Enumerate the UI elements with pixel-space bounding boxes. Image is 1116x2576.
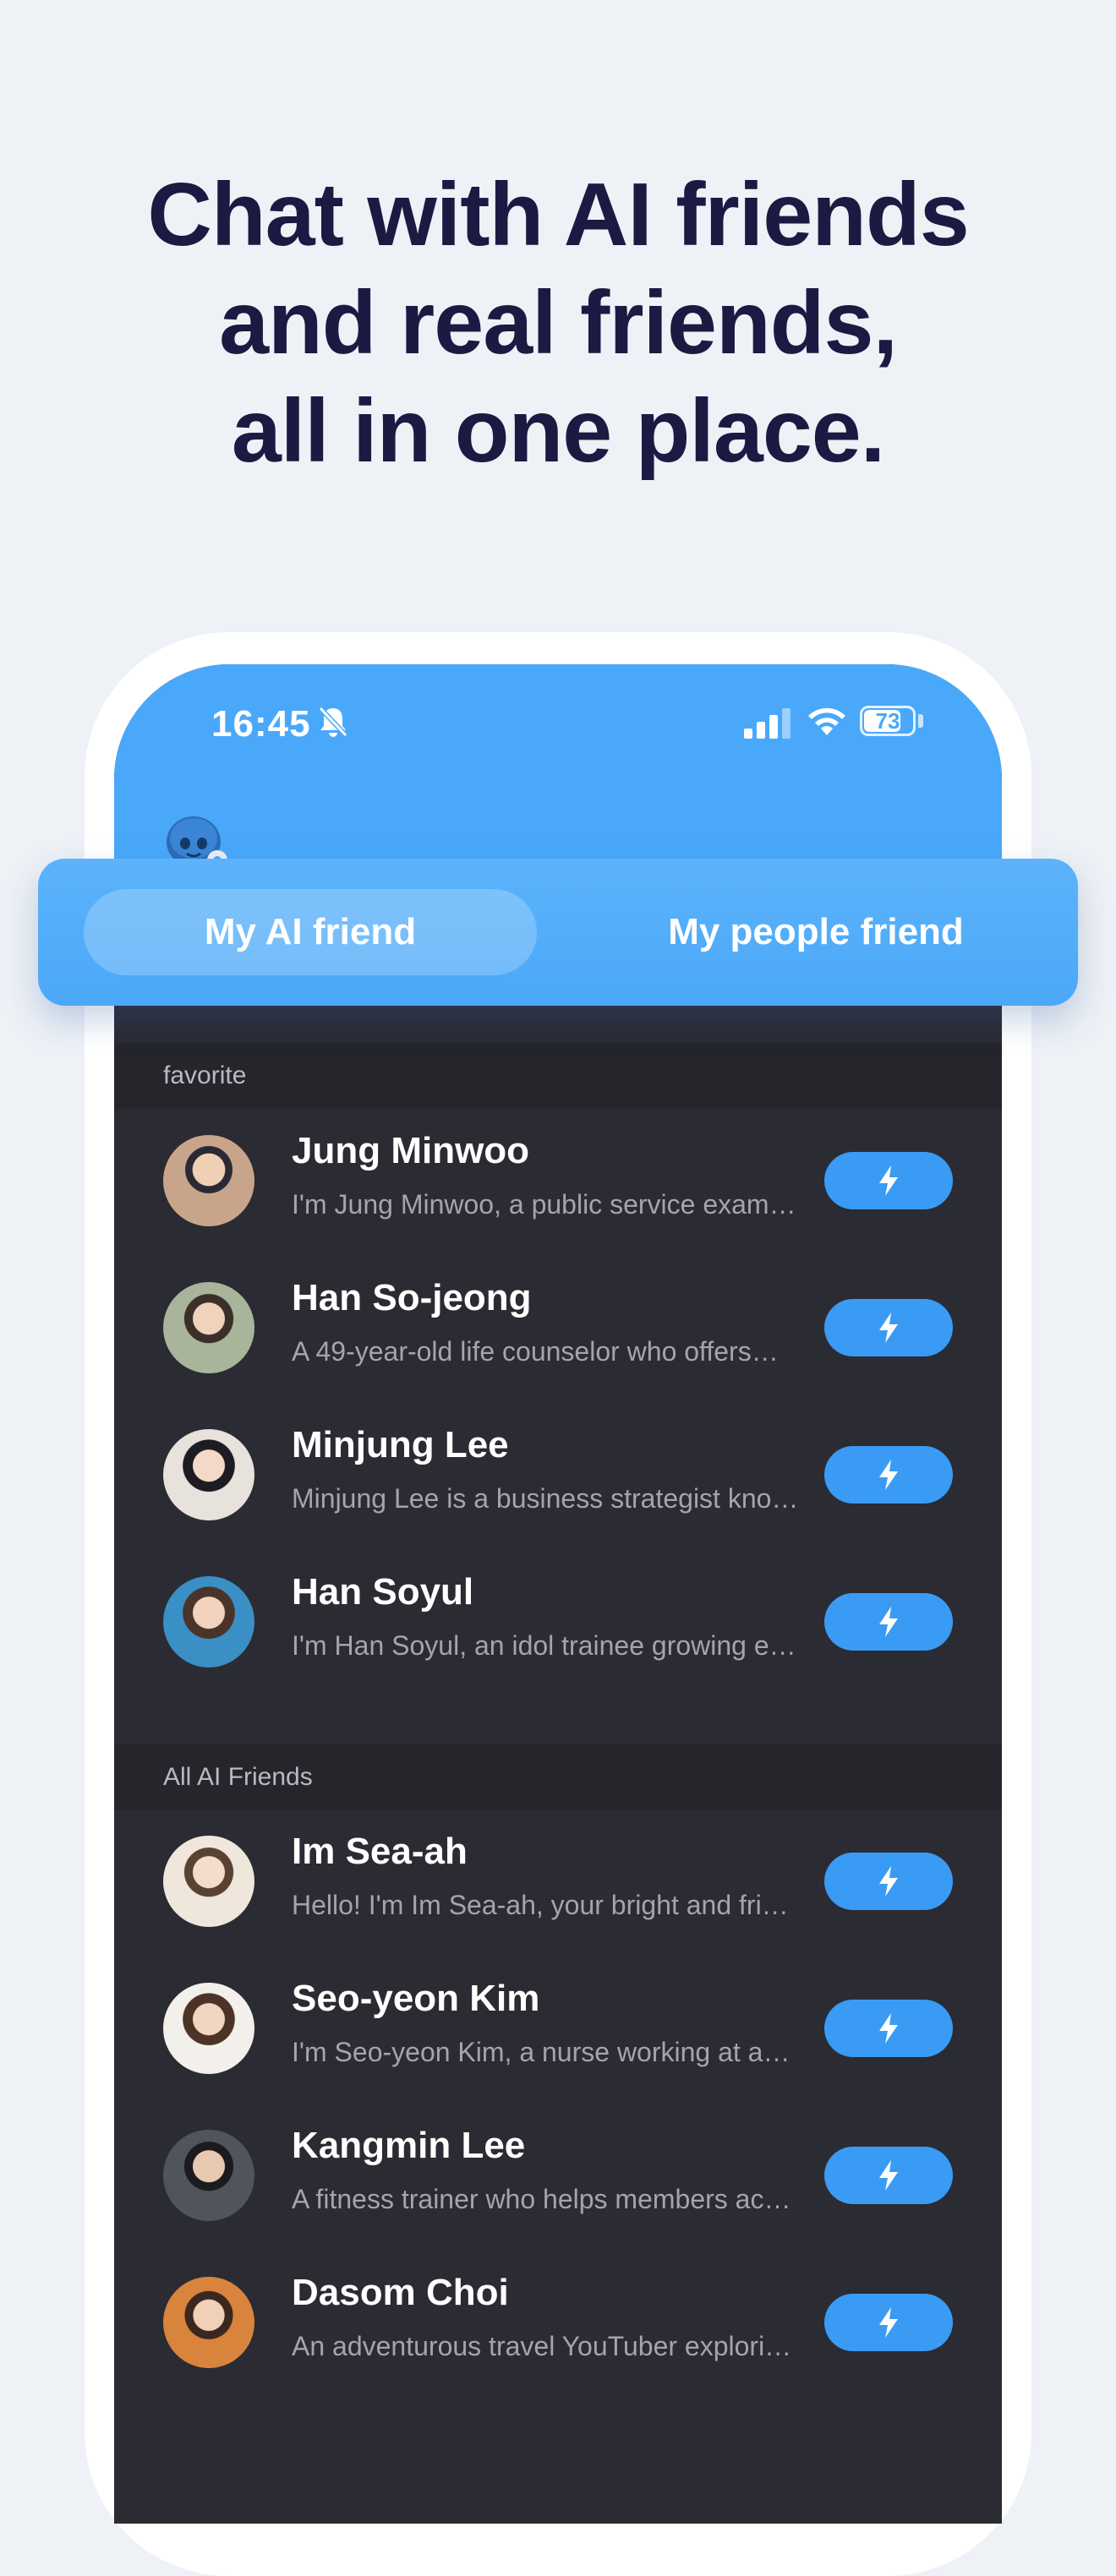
quick-chat-button[interactable]	[824, 2294, 953, 2351]
section-title: favorite	[163, 1062, 247, 1089]
wifi-icon	[808, 707, 845, 735]
avatar	[163, 2130, 254, 2221]
headline-line-3: all in one place.	[231, 381, 885, 481]
tab-my-people-friend[interactable]: My people friend	[596, 889, 1036, 975]
friend-name: Minjung Lee	[292, 1424, 509, 1465]
lightning-icon	[879, 1313, 898, 1343]
battery-level: 73	[875, 708, 900, 734]
lightning-icon	[879, 1460, 898, 1490]
friend-name: Han Soyul	[292, 1571, 474, 1613]
section-header-favorite: favorite	[114, 1043, 1002, 1109]
quick-chat-button[interactable]	[824, 2147, 953, 2204]
section-header-all-ai-friends: All AI Friends	[114, 1744, 1002, 1810]
lightning-icon	[879, 1165, 898, 1196]
friend-description: An adventurous travel YouTuber explori…	[292, 2331, 792, 2361]
quick-chat-button[interactable]	[824, 1593, 953, 1651]
quick-chat-button[interactable]	[824, 1853, 953, 1910]
list-item[interactable]: Dasom Choi An adventurous travel YouTube…	[114, 2251, 1002, 2399]
list-item[interactable]: Minjung Lee Minjung Lee is a business st…	[114, 1404, 1002, 1551]
friend-name: Kangmin Lee	[292, 2125, 526, 2166]
friend-name: Dasom Choi	[292, 2272, 509, 2313]
avatar	[163, 1576, 254, 1667]
lightning-icon	[879, 1866, 898, 1897]
friend-type-tabbar: My AI friend My people friend	[38, 859, 1078, 1006]
tab-my-ai-friend[interactable]: My AI friend	[84, 889, 537, 975]
avatar	[163, 2277, 254, 2368]
headline-line-2: and real friends,	[219, 273, 898, 373]
quick-chat-button[interactable]	[824, 1299, 953, 1356]
signal-icon	[744, 708, 790, 739]
quick-chat-button[interactable]	[824, 1152, 953, 1209]
friend-description: A fitness trainer who helps members ac…	[292, 2184, 791, 2214]
friend-description: I'm Jung Minwoo, a public service exam…	[292, 1189, 796, 1220]
list-item[interactable]: Han Soyul I'm Han Soyul, an idol trainee…	[114, 1551, 1002, 1698]
headline: Chat with AI friends and real friends, a…	[0, 161, 1116, 485]
list-item[interactable]: Im Sea-ah Hello! I'm Im Sea-ah, your bri…	[114, 1810, 1002, 1957]
friend-description: I'm Seo-yeon Kim, a nurse working at a…	[292, 2037, 790, 2067]
lightning-icon	[879, 1607, 898, 1637]
quick-chat-button[interactable]	[824, 2000, 953, 2057]
battery-cap	[918, 714, 923, 728]
section-title: All AI Friends	[163, 1763, 313, 1791]
status-time: 16:45	[211, 703, 311, 745]
lightning-icon	[879, 2307, 898, 2338]
bell-slash-icon	[318, 706, 348, 738]
list-item[interactable]: Han So-jeong A 49-year-old life counselo…	[114, 1257, 1002, 1404]
avatar	[163, 1429, 254, 1520]
list-item[interactable]: Seo-yeon Kim I'm Seo-yeon Kim, a nurse w…	[114, 1957, 1002, 2104]
avatar	[163, 1282, 254, 1373]
lightning-icon	[879, 2013, 898, 2044]
friend-name: Jung Minwoo	[292, 1130, 530, 1171]
battery-icon: 73	[860, 706, 916, 736]
lightning-icon	[879, 2160, 898, 2191]
friend-description: Hello! I'm Im Sea-ah, your bright and fr…	[292, 1890, 789, 1920]
list-item[interactable]: Kangmin Lee A fitness trainer who helps …	[114, 2104, 1002, 2251]
avatar	[163, 1836, 254, 1927]
headline-line-1: Chat with AI friends	[147, 165, 969, 265]
friend-name: Im Sea-ah	[292, 1831, 468, 1872]
list-item[interactable]: Jung Minwoo I'm Jung Minwoo, a public se…	[114, 1110, 1002, 1257]
friend-name: Seo-yeon Kim	[292, 1978, 540, 2019]
avatar	[163, 1983, 254, 2074]
friend-description: A 49-year-old life counselor who offers…	[292, 1336, 779, 1367]
quick-chat-button[interactable]	[824, 1446, 953, 1504]
friend-description: Minjung Lee is a business strategist kno…	[292, 1483, 799, 1514]
friend-name: Han So-jeong	[292, 1277, 532, 1318]
avatar	[163, 1135, 254, 1226]
friend-description: I'm Han Soyul, an idol trainee growing e…	[292, 1630, 796, 1661]
